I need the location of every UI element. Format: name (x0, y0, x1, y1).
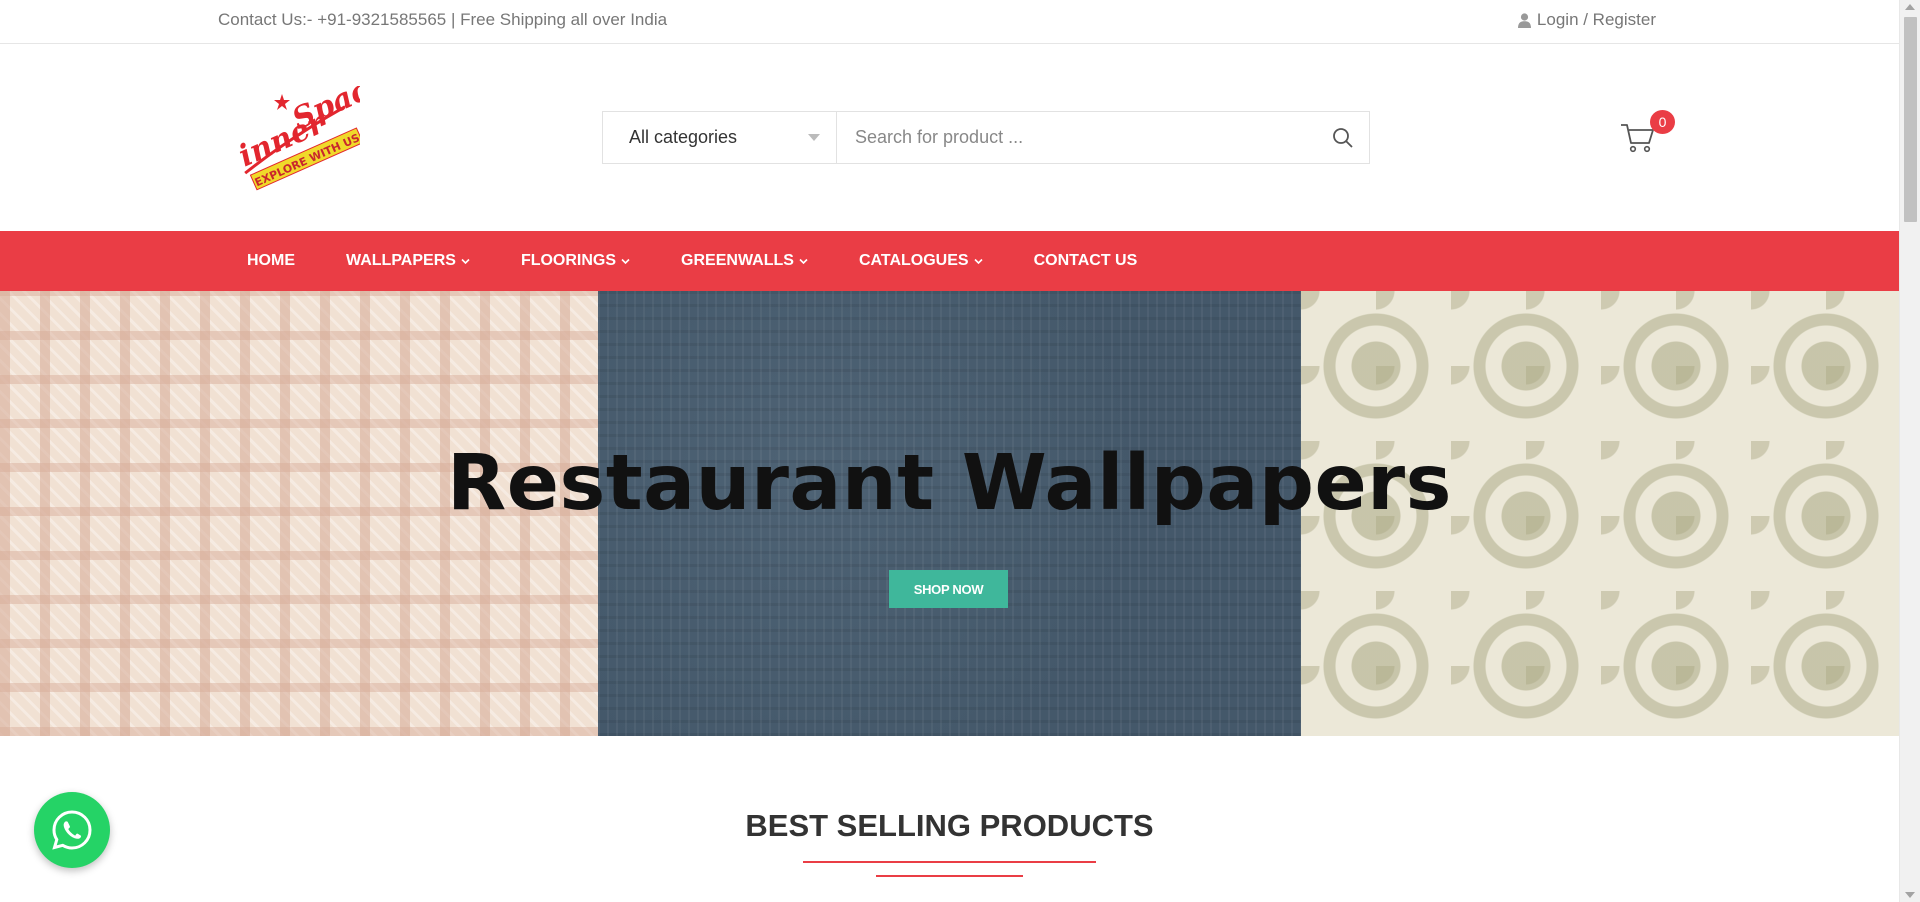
top-bar: Contact Us:- +91-9321585565 | Free Shipp… (0, 0, 1899, 44)
whatsapp-icon (52, 810, 92, 850)
nav-item-floorings[interactable]: FLOORINGS (521, 252, 630, 270)
nav-item-label: WALLPAPERS (346, 252, 456, 269)
nav-item-label: HOME (247, 252, 295, 269)
innerspace-logo[interactable]: inner Space EXPLORE WITH US (230, 86, 360, 194)
hero-banner: Restaurant Wallpapers SHOP NOW (0, 291, 1899, 736)
page: Contact Us:- +91-9321585565 | Free Shipp… (0, 0, 1920, 902)
chevron-down-icon (808, 134, 820, 141)
nav-item-greenwalls[interactable]: GREENWALLS (681, 252, 808, 270)
scrollbar-thumb[interactable] (1904, 17, 1917, 222)
chevron-down-icon (799, 258, 808, 264)
category-select[interactable]: All categories (603, 112, 837, 163)
title-underline (803, 861, 1096, 863)
nav-item-home[interactable]: HOME (247, 252, 295, 270)
contact-info: Contact Us:- +91-9321585565 | Free Shipp… (218, 10, 668, 29)
chevron-down-icon (461, 258, 470, 264)
page-scrollbar[interactable] (1899, 0, 1920, 902)
chevron-down-icon (621, 258, 630, 264)
cart-count-badge: 0 (1650, 110, 1675, 134)
scroll-down-arrow-icon[interactable] (1905, 892, 1915, 898)
user-icon (1517, 12, 1531, 28)
nav-item-label: FLOORINGS (520, 252, 617, 269)
login-register-label: Login / Register (1536, 10, 1656, 29)
category-select-value: All categories (629, 127, 738, 147)
search-icon (1333, 127, 1353, 148)
shop-now-button[interactable]: SHOP NOW (889, 570, 1008, 608)
whatsapp-chat-button[interactable] (34, 792, 110, 868)
nav-item-contact-us[interactable]: CONTACT US (1034, 252, 1138, 270)
main-nav: HOME WALLPAPERS FLOORINGS GREENWALLS CAT… (0, 231, 1899, 291)
nav-item-label: CONTACT US (1033, 252, 1138, 269)
hero-title: Restaurant Wallpapers (447, 439, 1452, 528)
scroll-up-arrow-icon[interactable] (1905, 4, 1915, 10)
nav-item-catalogues[interactable]: CATALOGUES (859, 252, 983, 270)
login-register-link[interactable]: Login / Register (1517, 10, 1656, 30)
nav-item-wallpapers[interactable]: WALLPAPERS (346, 252, 470, 270)
chevron-down-icon (973, 258, 983, 264)
section-title: BEST SELLING PRODUCTS (745, 808, 1154, 843)
title-underline (876, 875, 1023, 877)
search-input[interactable] (837, 112, 1317, 163)
search-button[interactable] (1317, 112, 1369, 163)
nav-item-label: GREENWALLS (681, 252, 794, 269)
nav-item-label: CATALOGUES (858, 252, 969, 269)
product-search-bar: All categories (602, 111, 1370, 164)
